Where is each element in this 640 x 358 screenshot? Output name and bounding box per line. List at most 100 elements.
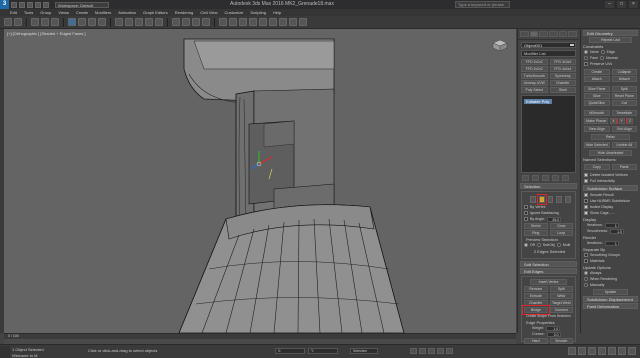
materials-row[interactable]: Materials — [581, 258, 640, 264]
create-button[interactable]: Create — [584, 69, 610, 75]
materials-checkbox[interactable] — [584, 259, 588, 263]
scale-icon[interactable] — [135, 18, 143, 26]
menu-edit[interactable]: Edit — [10, 10, 17, 15]
open-file-icon[interactable] — [19, 1, 25, 8]
menu-customize[interactable]: Customize — [224, 10, 243, 15]
planar-x-button[interactable]: X — [610, 118, 617, 124]
angle-spinner[interactable]: 45.0 — [547, 216, 562, 222]
show-end-result-icon[interactable] — [532, 175, 539, 181]
hierarchy-tab-icon[interactable] — [539, 31, 549, 37]
grid-align-button[interactable]: Grid Align — [611, 126, 637, 132]
viewport-label[interactable]: [+] [Orthographic ] [Shaded + Edged Face… — [7, 31, 86, 36]
render-frame-icon[interactable] — [289, 18, 297, 26]
tessellate-button[interactable]: Tessellate — [611, 110, 637, 116]
preview-multi-radio[interactable] — [556, 243, 561, 247]
when-rendering-radio[interactable] — [584, 277, 588, 281]
relax-button[interactable]: Relax — [591, 134, 630, 140]
menu-group[interactable]: Group — [40, 10, 51, 15]
zoom-extents-icon[interactable] — [588, 347, 596, 355]
by-vertex-checkbox[interactable] — [524, 205, 528, 209]
orbit-icon[interactable] — [618, 347, 626, 355]
save-file-icon[interactable] — [27, 1, 33, 8]
planar-y-button[interactable]: Y — [616, 118, 628, 124]
field-of-view-icon[interactable] — [598, 347, 606, 355]
constraint-none-radio[interactable] — [584, 50, 588, 54]
edit-geometry-rollout-header[interactable]: Edit Geometry — [583, 30, 638, 36]
bind-spacewarp-icon[interactable] — [51, 18, 59, 26]
edge-mode-icon[interactable] — [536, 194, 547, 205]
angle-snap-icon[interactable] — [182, 18, 190, 26]
paste-button[interactable]: Paste — [611, 164, 637, 170]
grow-button[interactable]: Grow — [549, 223, 573, 229]
app-logo[interactable]: 3 — [0, 0, 9, 9]
use-nurms-checkbox[interactable] — [584, 199, 588, 203]
full-interactivity-row[interactable]: Full Interactivity — [581, 178, 640, 184]
menu-scripting[interactable]: Scripting — [250, 10, 266, 15]
ignore-backfacing-checkbox[interactable] — [524, 211, 528, 215]
align-icon[interactable] — [229, 18, 237, 26]
select-object-icon[interactable] — [68, 18, 76, 26]
object-name[interactable]: Object001 — [524, 43, 542, 48]
menu-modifiers[interactable]: Modifiers — [95, 10, 111, 15]
undo-tool-icon[interactable] — [4, 18, 12, 26]
cut-button[interactable]: Cut — [611, 100, 637, 106]
weight-spinner[interactable]: 1.0 — [546, 325, 561, 331]
vertex-mode-icon[interactable] — [530, 196, 536, 203]
render-iterations-spinner[interactable]: 1 — [604, 240, 619, 246]
display-tab-icon[interactable] — [558, 31, 568, 37]
unlink-icon[interactable] — [41, 18, 49, 26]
constraint-face-radio[interactable] — [584, 56, 588, 60]
show-cage-row[interactable]: Show Cage...... — [581, 210, 640, 216]
isoline-display-checkbox[interactable] — [584, 205, 588, 209]
modifier-button[interactable]: FFD 2x2x2 — [521, 59, 548, 65]
update-button[interactable]: Update — [593, 289, 628, 295]
window-crossing-icon[interactable] — [98, 18, 106, 26]
select-by-name-icon[interactable] — [78, 18, 86, 26]
render-setup-icon[interactable] — [279, 18, 287, 26]
utilities-tab-icon[interactable] — [568, 31, 578, 37]
delete-isolated-checkbox[interactable] — [584, 173, 588, 177]
manually-radio[interactable] — [584, 283, 588, 287]
pin-stack-icon[interactable] — [522, 175, 529, 181]
element-mode-icon[interactable] — [565, 196, 571, 203]
menu-graph-editors[interactable]: Graph Editors — [143, 10, 168, 15]
modifier-stack[interactable]: Editable Poly — [521, 95, 576, 173]
preserve-uvs-checkbox[interactable] — [584, 62, 588, 66]
preserve-uvs-row[interactable]: Preserve UVs — [581, 61, 640, 67]
constraint-edge-radio[interactable] — [600, 50, 605, 54]
menu-views[interactable]: Views — [58, 10, 69, 15]
go-to-start-icon[interactable] — [410, 348, 417, 354]
workspace-dropdown[interactable]: Workspace: Default — [55, 1, 109, 8]
redo-icon[interactable] — [43, 1, 49, 8]
rectangle-region-icon[interactable] — [88, 18, 96, 26]
key-filter-dropdown[interactable]: Selected — [350, 348, 378, 354]
percent-snap-icon[interactable] — [192, 18, 200, 26]
menu-civil-view[interactable]: Civil View — [200, 10, 217, 15]
crease-spinner[interactable]: 0.0 — [546, 331, 561, 337]
viewport-orthographic[interactable]: [+] [Orthographic ] [Shaded + Edged Face… — [4, 29, 516, 333]
unhide-all-button[interactable]: Unhide All — [611, 142, 637, 148]
hide-unselected-button[interactable]: Hide Unselected — [589, 150, 632, 156]
next-frame-icon[interactable] — [437, 348, 444, 354]
modifier-button[interactable]: Shell — [549, 87, 576, 93]
layer-manager-icon[interactable] — [239, 18, 247, 26]
copy-button[interactable]: Copy — [584, 164, 610, 170]
border-mode-icon[interactable] — [547, 196, 554, 203]
maxscript-listener[interactable] — [0, 346, 10, 358]
attach-button[interactable]: Attach — [584, 76, 610, 82]
minimize-icon[interactable]: – — [605, 1, 614, 8]
motion-tab-icon[interactable] — [549, 31, 558, 37]
manually-row[interactable]: Manually — [581, 282, 640, 288]
configure-sets-icon[interactable] — [562, 175, 569, 181]
modifier-button[interactable]: Chamfer — [549, 80, 576, 86]
edit-edges-rollout-header[interactable]: Edit Edges — [520, 268, 577, 274]
ring-button[interactable]: Ring — [524, 230, 548, 236]
modifier-button[interactable]: Unwrap UVW — [521, 80, 548, 86]
quickslice-button[interactable]: QuickSlice — [584, 100, 610, 106]
remove-button[interactable]: Remove — [524, 286, 548, 292]
redo-tool-icon[interactable] — [14, 18, 22, 26]
rotate-icon[interactable] — [125, 18, 133, 26]
zoom-all-icon[interactable] — [578, 347, 586, 355]
modify-tab-icon[interactable] — [529, 31, 539, 37]
planar-z-button[interactable]: Z — [627, 118, 634, 124]
